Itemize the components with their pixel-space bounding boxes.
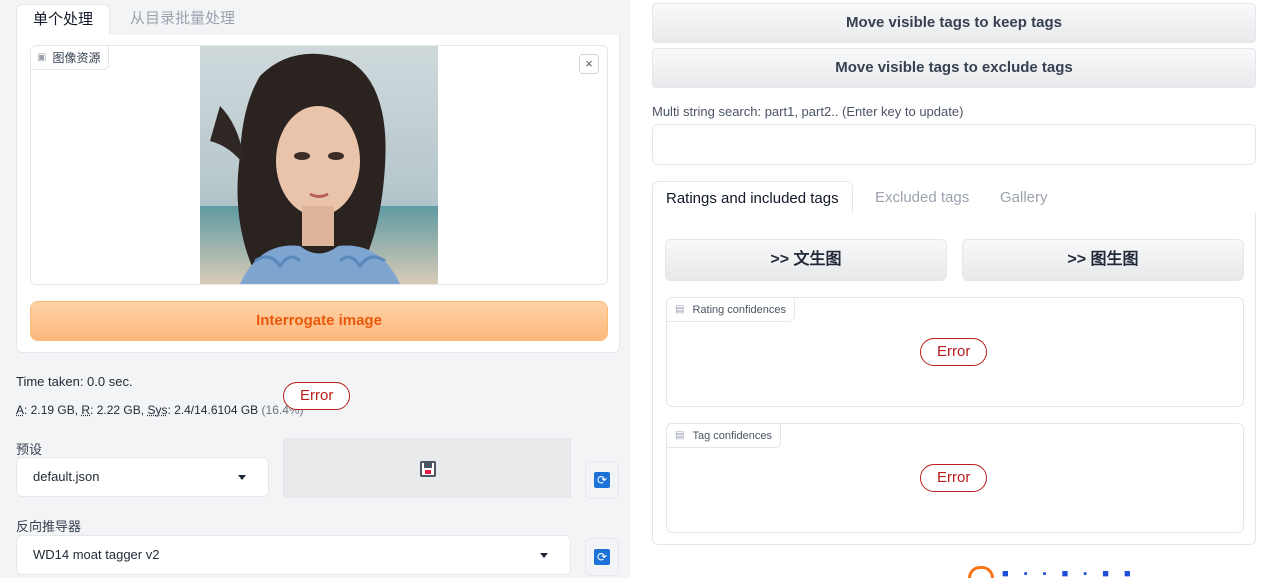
portrait-image [200,46,438,284]
rating-confidences-box: ▤ Rating confidences Error [666,297,1244,407]
tab-batch[interactable]: 从目录批量处理 [114,4,251,36]
move-to-keep-button[interactable]: Move visible tags to keep tags [652,3,1256,43]
chevron-down-icon [540,553,548,558]
memory-a-value: : 2.19 GB, [24,403,82,417]
tab-single[interactable]: 单个处理 [16,4,111,36]
save-preset-button[interactable] [283,438,571,498]
mode-tabbar: 单个处理 从目录批量处理 [16,0,620,36]
refresh-preset-button[interactable]: ⟳ [585,461,619,499]
time-taken-text: Time taken: 0.0 sec. [16,374,133,389]
rating-confidences-label: ▤ Rating confidences [667,298,796,322]
memory-sys-key: Sys [147,403,168,417]
send-to-img2img-button[interactable]: >> 图生图 [962,239,1244,281]
tag-confidences-label-text: Tag confidences [692,429,772,442]
save-icon [420,461,436,477]
send-to-txt2img-button[interactable]: >> 文生图 [665,239,947,281]
close-icon: × [585,56,593,71]
page-scrollbar[interactable] [1276,0,1288,578]
refresh-interrogator-button[interactable]: ⟳ [585,538,619,576]
result-tabbar: Ratings and included tags Excluded tags … [652,181,1256,214]
memory-a-key: A [16,403,25,417]
left-column: 单个处理 从目录批量处理 ▣ 图像资源 × Interrogate image … [0,0,630,578]
memory-sys-value: : 2.4/14.6104 GB [167,403,262,417]
image-source-box[interactable]: ▣ 图像资源 × [30,45,608,285]
tab-ratings[interactable]: Ratings and included tags [652,181,853,214]
rating-confidences-label-text: Rating confidences [692,303,787,316]
preset-select[interactable]: default.json [16,457,269,497]
interrogator-select[interactable]: WD14 moat tagger v2 [16,535,571,575]
search-input[interactable] [652,124,1256,165]
tray-icons: ■ ▪ ▪ ■ ▪ ■ ■ [1002,568,1137,578]
error-badge: Error [283,382,351,410]
memory-r-key: R [81,403,91,417]
right-column: Move visible tags to keep tags Move visi… [640,0,1288,578]
tab-excluded[interactable]: Excluded tags [862,181,982,214]
chart-icon: ▤ [675,303,685,315]
search-label: Multi string search: part1, part2.. (Ent… [652,104,964,119]
app-logo-icon [968,566,994,578]
chart-icon: ▤ [675,429,685,441]
preset-label: 预设 [16,442,43,457]
chevron-down-icon [238,475,246,480]
memory-usage-text: A: 2.19 GB, R: 2.22 GB, Sys: 2.4/14.6104… [16,403,304,417]
taskbar-strip: ■ ▪ ▪ ■ ▪ ■ ■ [968,566,1194,578]
memory-r-value: : 2.22 GB, [90,403,148,417]
clear-image-button[interactable]: × [579,54,599,74]
interrogate-image-button[interactable]: Interrogate image [30,301,608,341]
refresh-icon: ⟳ [594,472,610,488]
rating-error-badge: Error [920,338,988,366]
interrogator-value: WD14 moat tagger v2 [33,547,160,562]
ratings-panel: >> 文生图 >> 图生图 ▤ Rating confidences Error… [652,213,1256,545]
tab-gallery[interactable]: Gallery [987,181,1061,214]
image-source-label-text: 图像资源 [52,50,101,65]
move-to-exclude-button[interactable]: Move visible tags to exclude tags [652,48,1256,88]
preset-value: default.json [33,469,100,484]
tag-confidences-label: ▤ Tag confidences [667,424,781,448]
tag-confidences-box: ▤ Tag confidences Error [666,423,1244,533]
interrogator-label: 反向推导器 [16,519,82,534]
image-source-label: ▣ 图像资源 [31,46,110,70]
image-icon: ▣ [37,51,47,63]
single-panel: ▣ 图像资源 × Interrogate image [16,35,620,353]
tag-error-badge: Error [920,464,988,492]
refresh-icon: ⟳ [594,549,610,565]
